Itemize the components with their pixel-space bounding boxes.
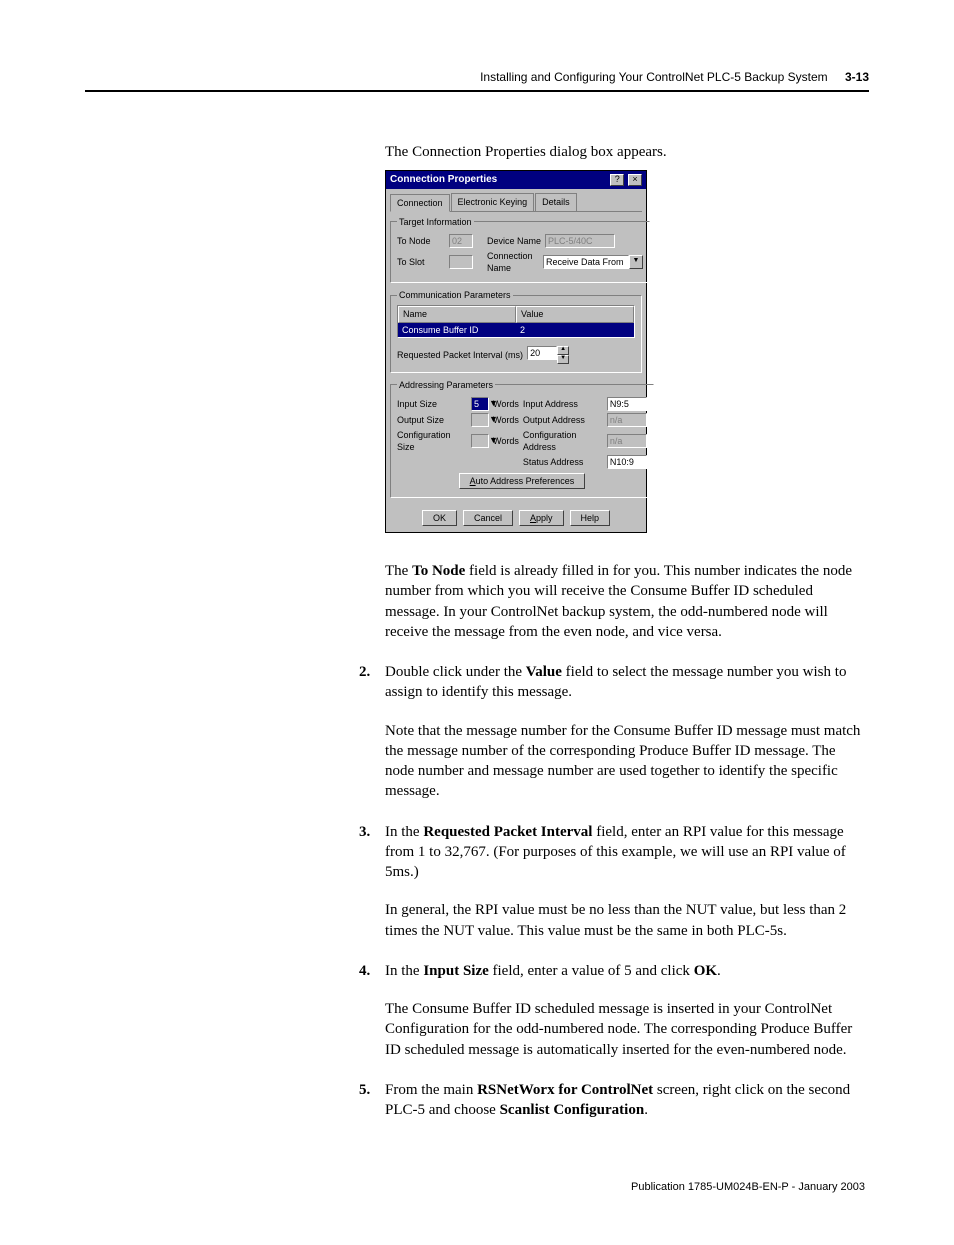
config-size-label: Configuration Size bbox=[397, 429, 467, 453]
device-name-label: Device Name bbox=[487, 235, 541, 247]
config-size-field bbox=[471, 434, 489, 448]
target-information-group: Target Information To Node 02 Device Nam… bbox=[390, 216, 650, 283]
auto-address-button[interactable]: Auto Address Preferences bbox=[459, 473, 586, 489]
input-address-label: Input Address bbox=[523, 398, 603, 410]
connection-name-label: Connection Name bbox=[487, 250, 539, 274]
intro-text: The Connection Properties dialog box app… bbox=[385, 142, 865, 162]
output-address-field: n/a bbox=[607, 413, 647, 427]
step-2: Double click under the Value field to se… bbox=[385, 662, 865, 802]
target-information-legend: Target Information bbox=[397, 216, 474, 228]
communication-parameters-legend: Communication Parameters bbox=[397, 289, 513, 301]
step-4: In the Input Size field, enter a value o… bbox=[385, 961, 865, 1060]
to-slot-label: To Slot bbox=[397, 256, 445, 268]
step-2-note: Note that the message number for the Con… bbox=[385, 721, 865, 802]
input-size-dropdown[interactable]: ▼ bbox=[471, 397, 489, 411]
rpi-spinner[interactable]: ▲▼ bbox=[527, 346, 569, 364]
tab-electronic-keying[interactable]: Electronic Keying bbox=[451, 193, 535, 211]
rpi-label: Requested Packet Interval (ms) bbox=[397, 349, 523, 361]
output-size-field bbox=[471, 413, 489, 427]
table-cell-name: Consume Buffer ID bbox=[398, 323, 516, 337]
table-header-name: Name bbox=[398, 306, 516, 322]
input-size-field[interactable] bbox=[471, 397, 489, 411]
words-label-2: Words bbox=[493, 414, 519, 426]
ok-button[interactable]: OK bbox=[422, 510, 457, 526]
rpi-input[interactable] bbox=[527, 346, 557, 360]
spinner-buttons[interactable]: ▲▼ bbox=[557, 346, 569, 364]
table-row[interactable]: Consume Buffer ID 2 bbox=[398, 323, 634, 337]
apply-button[interactable]: Apply bbox=[519, 510, 564, 526]
connection-name-dropdown[interactable]: Receive Data From ▼ bbox=[543, 255, 643, 269]
publication-footer: Publication 1785-UM024B-EN-P - January 2… bbox=[385, 1180, 865, 1195]
words-label-1: Words bbox=[493, 398, 519, 410]
dialog-titlebar: Connection Properties ? × bbox=[386, 171, 646, 189]
table-header-value: Value bbox=[516, 306, 634, 322]
help-button[interactable]: Help bbox=[570, 510, 611, 526]
addressing-parameters-legend: Addressing Parameters bbox=[397, 379, 495, 391]
communication-parameters-group: Communication Parameters Name Value Cons… bbox=[390, 289, 642, 372]
connection-properties-dialog: Connection Properties ? × Connection Ele… bbox=[385, 170, 647, 533]
header-rule bbox=[85, 90, 869, 92]
page-number: 3-13 bbox=[845, 70, 869, 84]
to-slot-field bbox=[449, 255, 473, 269]
dialog-close-button[interactable]: × bbox=[628, 174, 642, 186]
step-4-note: The Consume Buffer ID scheduled message … bbox=[385, 999, 865, 1060]
input-address-field[interactable]: N9:5 bbox=[607, 397, 647, 411]
output-size-dropdown: ▼ bbox=[471, 413, 489, 427]
device-name-field: PLC-5/40C bbox=[545, 234, 615, 248]
chevron-down-icon: ▼ bbox=[629, 255, 643, 269]
config-size-dropdown: ▼ bbox=[471, 434, 489, 448]
addressing-parameters-group: Addressing Parameters Input Size ▼ Words… bbox=[390, 379, 654, 498]
output-address-label: Output Address bbox=[523, 414, 603, 426]
status-address-label: Status Address bbox=[523, 456, 603, 468]
config-address-label: Configuration Address bbox=[523, 429, 603, 453]
output-size-label: Output Size bbox=[397, 414, 467, 426]
connection-name-value: Receive Data From bbox=[543, 255, 629, 269]
comm-params-table: Name Value Consume Buffer ID 2 bbox=[397, 305, 635, 337]
to-node-explanation: The To Node field is already filled in f… bbox=[385, 561, 865, 642]
tab-details[interactable]: Details bbox=[535, 193, 577, 211]
config-address-field: n/a bbox=[607, 434, 647, 448]
running-header: Installing and Configuring Your ControlN… bbox=[85, 70, 869, 84]
cancel-button[interactable]: Cancel bbox=[463, 510, 513, 526]
step-3-note: In general, the RPI value must be no les… bbox=[385, 900, 865, 941]
to-node-field: 02 bbox=[449, 234, 473, 248]
tab-connection[interactable]: Connection bbox=[390, 194, 450, 212]
step-3: In the Requested Packet Interval field, … bbox=[385, 822, 865, 941]
input-size-label: Input Size bbox=[397, 398, 467, 410]
table-cell-value: 2 bbox=[516, 323, 634, 337]
dialog-help-button[interactable]: ? bbox=[610, 174, 624, 186]
step-5: From the main RSNetWorx for ControlNet s… bbox=[385, 1080, 865, 1121]
status-address-field[interactable]: N10:9 bbox=[607, 455, 647, 469]
words-label-3: Words bbox=[493, 435, 519, 447]
dialog-title: Connection Properties bbox=[390, 173, 497, 187]
running-title: Installing and Configuring Your ControlN… bbox=[480, 70, 828, 84]
dialog-tabs: Connection Electronic Keying Details bbox=[390, 193, 642, 212]
to-node-label: To Node bbox=[397, 235, 445, 247]
